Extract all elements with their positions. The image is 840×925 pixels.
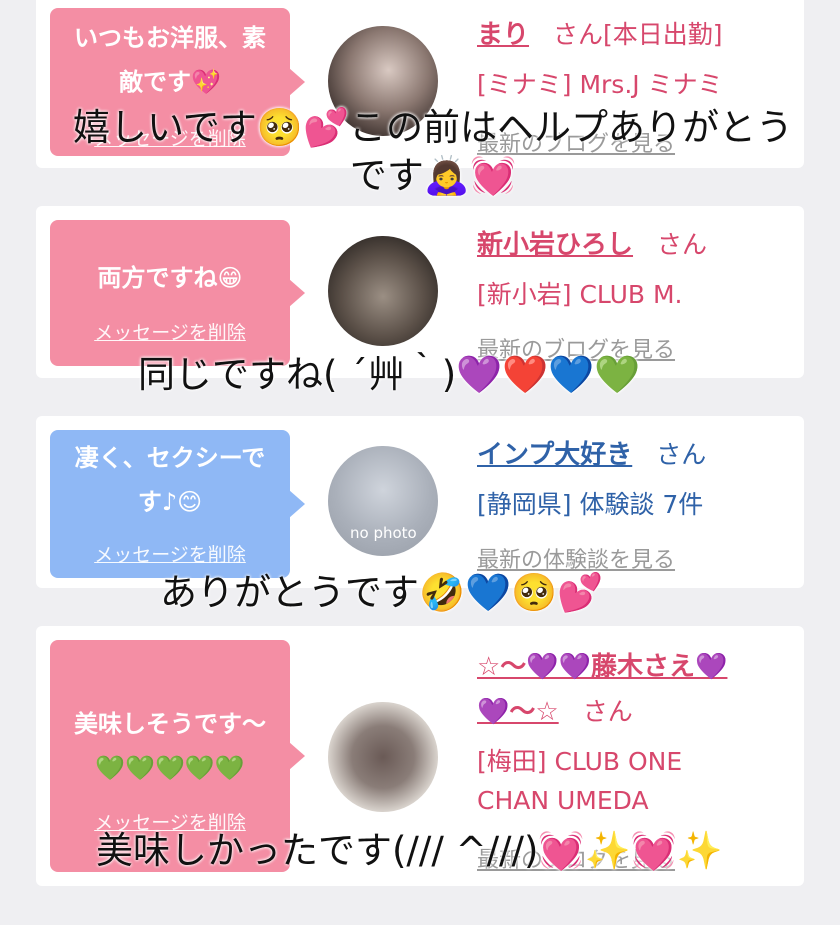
avatar[interactable] — [328, 236, 438, 346]
user-name-link[interactable]: ☆〜💜💜藤木さえ💜 — [477, 646, 727, 683]
user-info: インプ大好き さん [静岡県] 体験談 7件 — [477, 434, 794, 521]
user-info: ☆〜💜💜藤木さえ💜 💜〜☆ さん [梅田] CLUB ONE CHAN UMEDA — [477, 646, 794, 815]
message-text: 両方ですね😁 — [97, 264, 243, 292]
delete-message-link[interactable]: メッセージを削除 — [50, 318, 290, 345]
honorific: さん[本日出勤] — [553, 20, 723, 49]
user-info: まり さん[本日出勤] [ミナミ] Mrs.J ミナミ — [477, 14, 794, 101]
shop-info: [新小岩] CLUB M. — [477, 280, 683, 309]
reply-caption-2: 同じですね( ´艸｀)💜❤️💙💚 — [138, 353, 641, 396]
shop-info: [静岡県] 体験談 7件 — [477, 490, 704, 519]
reply-caption-3: ありがとうです🤣💙🥺💕 — [160, 571, 604, 614]
message-text: いつもお洋服、素 敵です💖 — [74, 24, 266, 96]
user-name-link-cont[interactable]: 💜〜☆ — [477, 697, 559, 727]
user-name-link[interactable]: まり — [477, 20, 529, 50]
avatar-no-photo[interactable]: no photo — [328, 446, 438, 556]
honorific: さん — [657, 230, 708, 259]
user-info: 新小岩ひろし さん [新小岩] CLUB M. — [477, 224, 794, 311]
honorific: さん — [656, 440, 707, 469]
message-text: 凄く、セクシーで す♪😊 — [74, 444, 266, 516]
shop-info-cont: CHAN UMEDA — [477, 786, 649, 815]
shop-info: [梅田] CLUB ONE — [477, 747, 683, 776]
message-text: 美味しそうです〜 💚💚💚💚💚 — [74, 710, 266, 782]
honorific: さん — [582, 697, 633, 726]
avatar[interactable] — [328, 702, 438, 812]
shop-info: [ミナミ] Mrs.J ミナミ — [477, 70, 723, 99]
no-photo-label: no photo — [350, 524, 417, 542]
reply-caption-4: 美味しかったです(/// ^///)💓✨💓✨ — [96, 829, 723, 872]
reply-caption-1: 嬉しいです🥺💕この前はヘルプありがとう です🙇‍♀️💓 — [72, 106, 794, 197]
user-name-link[interactable]: 新小岩ひろし — [477, 230, 633, 260]
user-name-link[interactable]: インプ大好き — [477, 440, 632, 470]
message-bubble: 凄く、セクシーで す♪😊 メッセージを削除 — [50, 430, 305, 578]
